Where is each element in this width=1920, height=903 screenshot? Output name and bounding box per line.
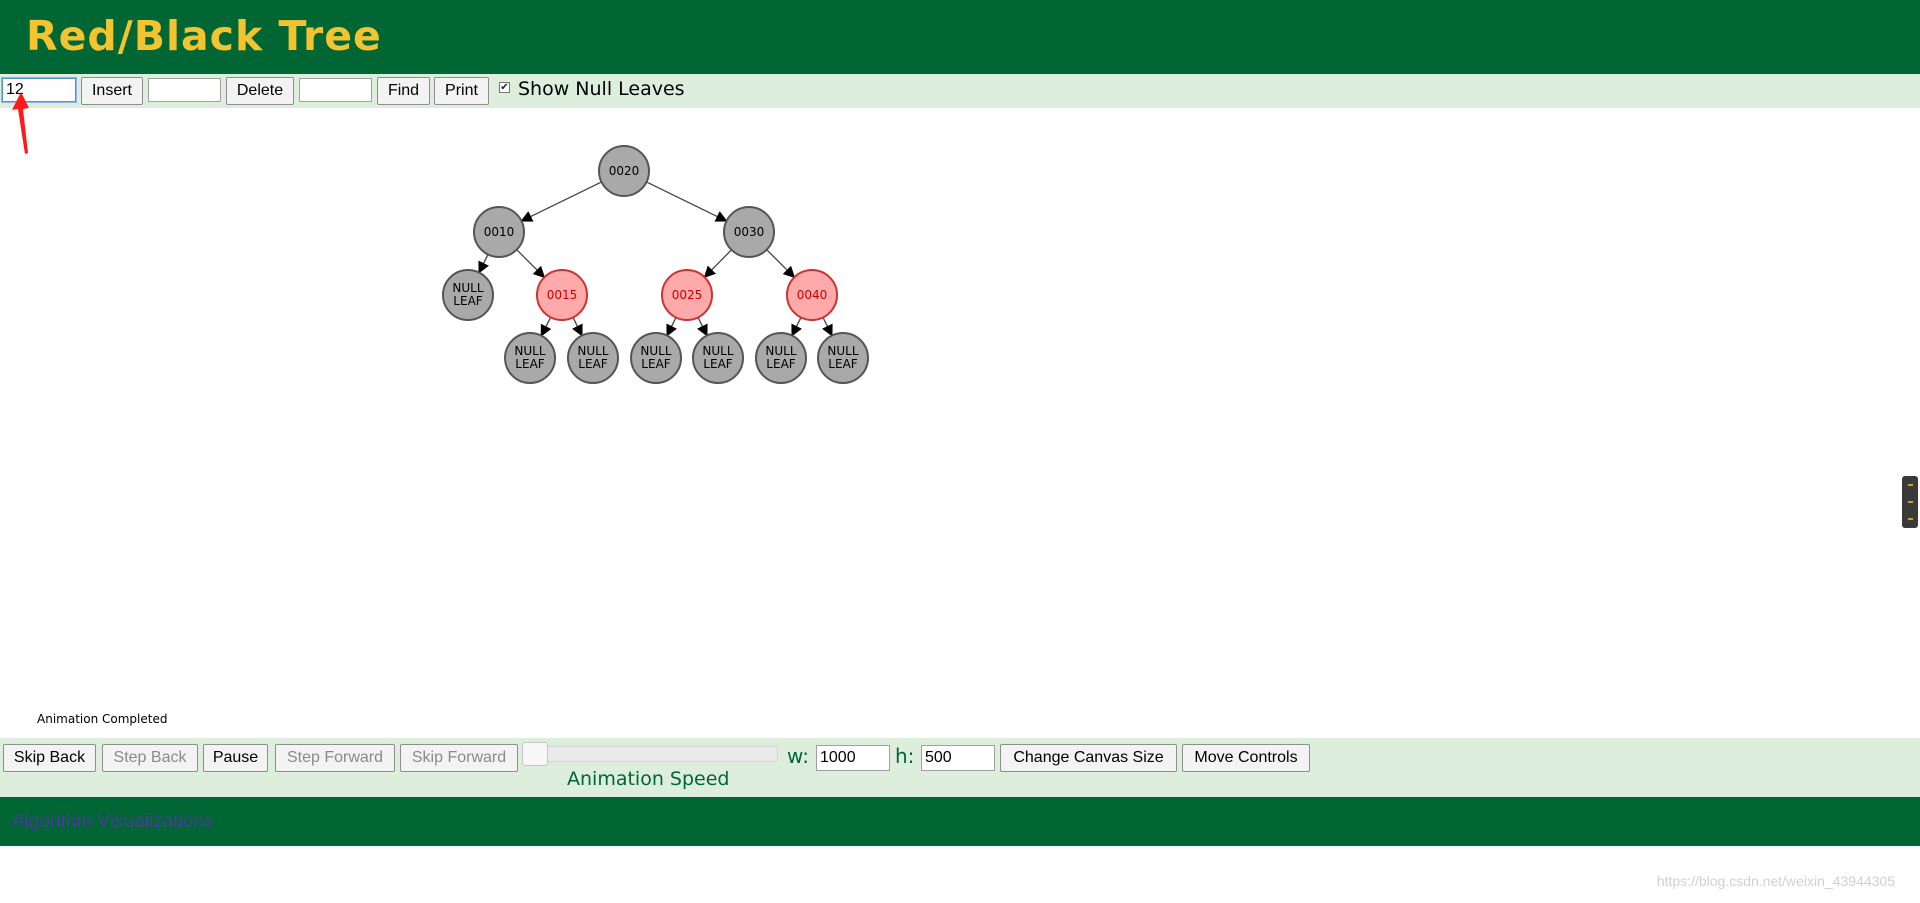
animation-speed-label: Animation Speed xyxy=(567,768,730,790)
tree-edge xyxy=(646,181,728,222)
tree-edge xyxy=(540,316,552,337)
canvas-height-input[interactable] xyxy=(921,745,995,771)
tree-node-key: 0010 xyxy=(484,225,515,239)
print-button[interactable]: Print xyxy=(434,77,489,105)
tree-edges xyxy=(478,181,833,337)
visualization-canvas[interactable]: 0020 0010 0030 0015 0025 0040 NULL LEAF NULL LEAF… xyxy=(0,108,1920,738)
null-leaf-label: LEAF xyxy=(453,294,482,308)
null-leaf-label: LEAF xyxy=(703,357,732,371)
watermark: https://blog.csdn.net/weixin_43944305 xyxy=(1656,873,1895,889)
tree-node-key: 0025 xyxy=(672,288,703,302)
canvas-width-label: w: xyxy=(787,744,810,768)
tree-edge xyxy=(766,249,796,279)
null-leaf-label: NULL xyxy=(577,344,608,358)
canvas-width-input[interactable] xyxy=(816,745,890,771)
null-leaf-label: NULL xyxy=(827,344,858,358)
delete-value-input[interactable] xyxy=(148,78,221,102)
tree-node-key: 0015 xyxy=(547,288,578,302)
page-footer: Algorithm Visualizations xyxy=(0,797,1920,846)
null-leaf-label: LEAF xyxy=(828,357,857,371)
null-leaf-label: LEAF xyxy=(515,357,544,371)
tree-node-key: 0040 xyxy=(797,288,828,302)
find-button[interactable]: Find xyxy=(377,77,430,105)
delete-button[interactable]: Delete xyxy=(226,77,294,105)
show-null-leaves-checkbox[interactable]: ✔ xyxy=(499,82,510,93)
tree-edge xyxy=(697,317,708,337)
skip-back-button[interactable]: Skip Back xyxy=(3,744,96,772)
tree-nodes: 00200010 00300015 0025 0040NULLLEAFNULLLEAF… xyxy=(442,145,869,384)
null-leaf-label: NULL xyxy=(702,344,733,358)
app-header: Red/Black Tree xyxy=(0,0,1920,74)
move-controls-button[interactable]: Move Controls xyxy=(1182,744,1310,772)
tree-edge xyxy=(666,317,677,337)
null-leaf-label: LEAF xyxy=(766,357,795,371)
tree-edge xyxy=(520,181,602,222)
tree-edge xyxy=(791,317,802,337)
tree-edge xyxy=(478,254,489,274)
tree-edge xyxy=(822,317,833,337)
show-null-leaves-label: Show Null Leaves xyxy=(518,78,685,100)
null-leaf-label: LEAF xyxy=(641,357,670,371)
animation-speed-slider-thumb[interactable] xyxy=(522,742,548,766)
tree-edge xyxy=(703,249,732,279)
skip-forward-button[interactable]: Skip Forward xyxy=(400,744,518,772)
step-back-button[interactable]: Step Back xyxy=(102,744,198,772)
pause-button[interactable]: Pause xyxy=(203,744,268,772)
change-canvas-size-button[interactable]: Change Canvas Size xyxy=(1000,744,1177,772)
null-leaf-label: NULL xyxy=(640,344,671,358)
side-panel-handle[interactable] xyxy=(1902,476,1918,528)
tree-graph: 00200010 00300015 0025 0040NULLLEAFNULLLEAF… xyxy=(442,145,869,384)
null-leaf-label: NULL xyxy=(514,344,545,358)
algorithm-visualizations-link[interactable]: Algorithm Visualizations xyxy=(12,811,213,833)
animation-speed-slider-track[interactable] xyxy=(524,746,778,762)
null-leaf-label: NULL xyxy=(452,281,483,295)
animation-status: Animation Completed xyxy=(37,712,168,726)
page-title: Red/Black Tree xyxy=(26,12,382,60)
null-leaf-label: LEAF xyxy=(578,357,607,371)
null-leaf-label: NULL xyxy=(765,344,796,358)
canvas-height-label: h: xyxy=(895,744,915,768)
find-value-input[interactable] xyxy=(299,78,372,102)
step-forward-button[interactable]: Step Forward xyxy=(275,744,395,772)
tree-edge xyxy=(572,317,583,337)
tree-node-key: 0030 xyxy=(734,225,765,239)
tree-node-key: 0020 xyxy=(609,164,640,178)
insert-button[interactable]: Insert xyxy=(81,77,143,105)
tree-edge xyxy=(516,249,546,279)
